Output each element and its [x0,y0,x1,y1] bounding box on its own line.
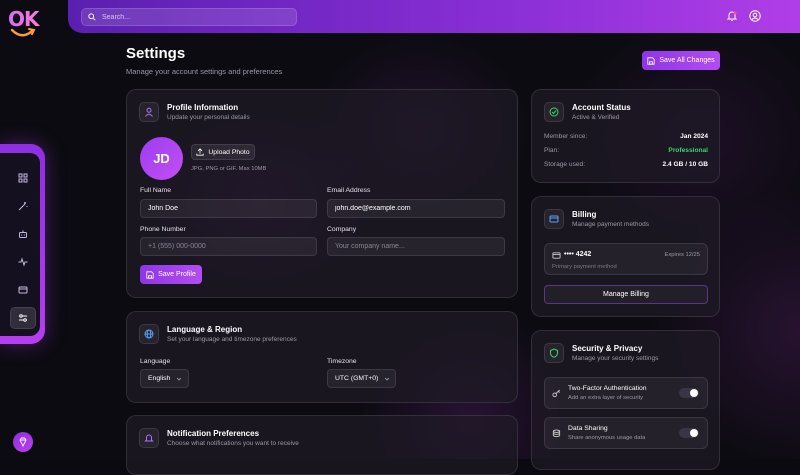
card-expiry: Expires 12/25 [665,252,700,258]
security-card: Security & Privacy Manage your security s… [531,330,720,470]
database-icon [552,429,561,438]
language-value: English [148,375,170,382]
notifications-subtitle: Choose what notifications you want to re… [167,440,299,447]
grid-icon [18,173,28,183]
profile-card: Profile Information Update your personal … [126,89,518,298]
account-status-card: Account Status Active & Verified Member s… [531,89,720,183]
bell-icon [139,428,159,448]
chevron-down-icon [176,376,182,382]
billing-card: Billing Manage payment methods •••• 4242 … [531,196,720,317]
language-select[interactable]: English [140,369,189,388]
billing-title: Billing [572,210,649,219]
setting-two-factor: Two-Factor Authentication Add an extra l… [544,377,708,409]
save-icon [647,57,655,65]
email-input[interactable] [327,199,505,218]
logo-text: OK [8,9,40,29]
sliders-icon [18,313,28,323]
page-title: Settings [126,45,185,62]
upload-icon [196,148,204,156]
save-profile-button[interactable]: Save Profile [140,265,202,284]
card-number: •••• 4242 [564,251,591,258]
language-title: Language & Region [167,325,297,334]
save-icon [146,271,154,279]
company-input[interactable] [327,237,505,256]
sidebar-item-dashboard[interactable] [10,167,36,189]
company-label: Company [327,226,356,233]
sidebar-item-magic[interactable] [10,195,36,217]
smile-icon [10,28,36,38]
shield-icon [544,343,564,363]
robot-icon [18,229,28,239]
credit-card-icon [18,285,28,295]
card-note: Primary payment method [552,264,617,270]
activity-icon [18,257,28,267]
chevron-down-icon [384,376,390,382]
premium-button[interactable] [13,432,33,452]
bell-icon[interactable] [726,10,738,22]
sidebar-item-activity[interactable] [10,251,36,273]
full-name-label: Full Name [140,187,171,194]
avatar[interactable]: JD [140,137,183,180]
full-name-input[interactable] [140,199,317,218]
search-input[interactable] [102,14,282,21]
sidebar-item-settings[interactable] [10,307,36,329]
security-title: Security & Privacy [572,344,658,353]
plan-value: Professional [668,147,708,154]
two-factor-toggle[interactable] [679,388,699,398]
sidebar-item-bot[interactable] [10,223,36,245]
manage-billing-button[interactable]: Manage Billing [544,285,708,304]
sidebar [0,144,45,344]
card-icon [552,251,561,260]
credit-card-icon [544,209,564,229]
data-sharing-title: Data Sharing [568,425,608,432]
timezone-select[interactable]: UTC (GMT+0) [327,369,396,388]
search-box[interactable] [81,8,297,26]
phone-input[interactable] [140,237,317,256]
account-row: Plan:Professional [544,147,708,154]
phone-label: Phone Number [140,226,186,233]
check-circle-icon [544,102,564,122]
key-icon [552,389,561,398]
language-label: Language [140,358,170,365]
two-factor-sub: Add an extra layer of security [568,395,643,401]
top-bar [68,0,800,33]
account-subtitle: Active & Verified [572,114,631,121]
billing-subtitle: Manage payment methods [572,221,649,228]
language-subtitle: Set your language and timezone preferenc… [167,336,297,343]
data-sharing-sub: Share anonymous usage data [568,435,645,441]
save-profile-label: Save Profile [158,271,196,278]
two-factor-title: Two-Factor Authentication [568,385,647,392]
magic-wand-icon [18,201,28,211]
language-card: Language & Region Set your language and t… [126,311,518,403]
upload-photo-label: Upload Photo [208,149,249,156]
page-subtitle: Manage your account settings and prefere… [126,67,282,76]
notifications-title: Notification Preferences [167,429,299,438]
globe-icon [139,324,159,344]
user-icon [139,102,159,122]
search-icon [88,13,96,21]
payment-method[interactable]: •••• 4242 Expires 12/25 Primary payment … [544,243,708,275]
sidebar-item-billing[interactable] [10,279,36,301]
email-label: Email Address [327,187,370,194]
user-profile-icon[interactable] [749,10,761,22]
notifications-card: Notification Preferences Choose what noti… [126,415,518,475]
timezone-value: UTC (GMT+0) [335,375,378,382]
profile-subtitle: Update your personal details [167,114,250,121]
upload-photo-button[interactable]: Upload Photo [191,144,255,160]
setting-data-sharing: Data Sharing Share anonymous usage data [544,417,708,449]
account-row: Storage used:2.4 GB / 10 GB [544,161,708,168]
app-logo[interactable]: OK [8,9,40,39]
account-title: Account Status [572,103,631,112]
timezone-label: Timezone [327,358,357,365]
security-subtitle: Manage your security settings [572,355,658,362]
data-sharing-toggle[interactable] [679,428,699,438]
save-all-button[interactable]: Save All Changes [642,51,720,70]
save-all-label: Save All Changes [659,57,714,64]
account-row: Member since:Jan 2024 [544,133,708,140]
upload-hint: JPG, PNG or GIF. Max 10MB [191,166,266,172]
profile-title: Profile Information [167,103,250,112]
diamond-icon [18,437,28,447]
